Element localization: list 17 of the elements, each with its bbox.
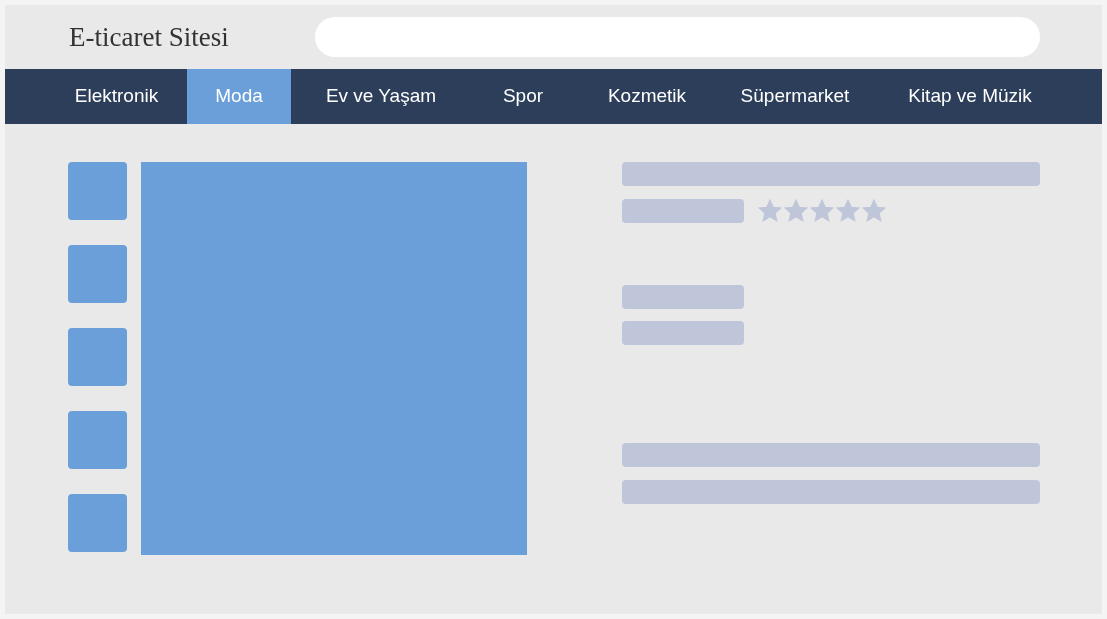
nav-tab[interactable]: Süpermarket	[719, 69, 871, 124]
nav-tab[interactable]: Spor	[471, 69, 575, 124]
nav-tab[interactable]: Ev ve Yaşam	[291, 69, 471, 124]
thumbnail[interactable]	[68, 328, 127, 386]
thumbnail[interactable]	[68, 162, 127, 220]
nav-tab[interactable]: Kozmetik	[575, 69, 719, 124]
star-icon	[836, 199, 860, 223]
star-icon	[784, 199, 808, 223]
nav-tab[interactable]: Kitap ve Müzik	[871, 69, 1069, 124]
thumbnail[interactable]	[68, 411, 127, 469]
star-icon	[758, 199, 782, 223]
star-icon	[862, 199, 886, 223]
nav-tab[interactable]: Elektronik	[46, 69, 187, 124]
site-title: E-ticaret Sitesi	[69, 20, 230, 54]
thumbnail[interactable]	[68, 494, 127, 552]
thumbnail[interactable]	[68, 245, 127, 303]
star-icon	[810, 199, 834, 223]
